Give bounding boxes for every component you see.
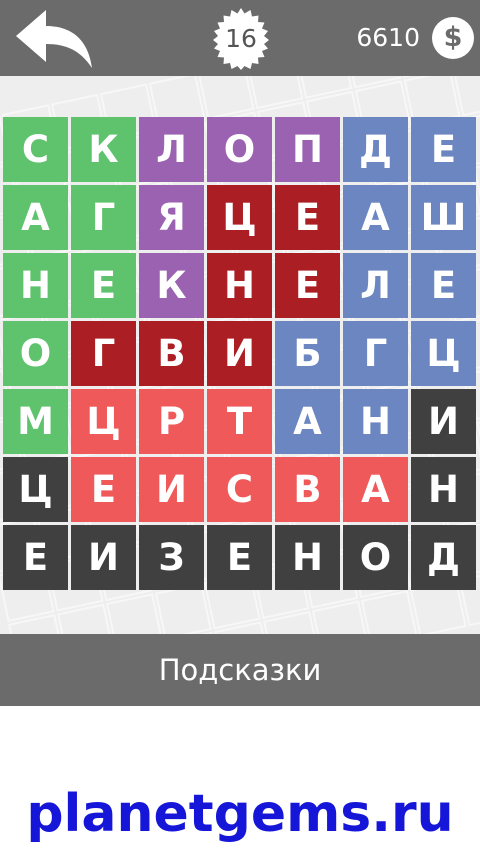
back-button[interactable] bbox=[12, 6, 96, 70]
letter-tile[interactable]: Ш bbox=[411, 185, 476, 250]
letter-tile[interactable]: С bbox=[207, 457, 272, 522]
letter-tile[interactable]: Ц bbox=[411, 321, 476, 386]
site-watermark: planetgems.ru bbox=[26, 784, 454, 844]
letter-tile[interactable]: Ц bbox=[71, 389, 136, 454]
pattern-tile bbox=[360, 590, 418, 634]
letter-tile[interactable]: В bbox=[275, 457, 340, 522]
letter-tile[interactable]: Л bbox=[343, 253, 408, 318]
letter-tile[interactable]: З bbox=[139, 525, 204, 590]
letter-tile[interactable]: О bbox=[343, 525, 408, 590]
letter-tile[interactable]: Ц bbox=[207, 185, 272, 250]
letter-tile[interactable]: Е bbox=[207, 525, 272, 590]
pattern-tile bbox=[154, 582, 212, 634]
top-bar: 16 6610 $ bbox=[0, 0, 480, 76]
letter-tile[interactable]: Н bbox=[411, 457, 476, 522]
letter-tile[interactable]: Б bbox=[275, 321, 340, 386]
letter-tile[interactable]: Е bbox=[3, 525, 68, 590]
letter-tile[interactable]: Г bbox=[71, 185, 136, 250]
letter-tile[interactable]: Е bbox=[411, 117, 476, 182]
letter-tile[interactable]: Е bbox=[275, 185, 340, 250]
letter-tile[interactable]: Н bbox=[275, 525, 340, 590]
hints-button[interactable]: Подсказки bbox=[0, 634, 480, 706]
letter-tile[interactable]: И bbox=[207, 321, 272, 386]
letter-tile[interactable]: К bbox=[71, 117, 136, 182]
letter-tile[interactable]: Н bbox=[343, 389, 408, 454]
letter-tile[interactable]: Д bbox=[343, 117, 408, 182]
letter-tile[interactable]: А bbox=[343, 457, 408, 522]
letter-tile[interactable]: Е bbox=[275, 253, 340, 318]
letter-tile[interactable]: Ц bbox=[3, 457, 68, 522]
letter-tile[interactable]: О bbox=[3, 321, 68, 386]
level-number: 16 bbox=[225, 24, 257, 53]
letter-tile[interactable]: Н bbox=[207, 253, 272, 318]
letter-tile[interactable]: Р bbox=[139, 389, 204, 454]
letter-tile[interactable]: Н bbox=[3, 253, 68, 318]
letter-tile[interactable]: И bbox=[71, 525, 136, 590]
letter-tile[interactable]: Д bbox=[411, 525, 476, 590]
letter-tile[interactable]: А bbox=[343, 185, 408, 250]
letter-tile[interactable]: Г bbox=[343, 321, 408, 386]
letter-tile[interactable]: Е bbox=[71, 253, 136, 318]
letter-tile[interactable]: И bbox=[411, 389, 476, 454]
letter-tile[interactable]: П bbox=[275, 117, 340, 182]
letter-tile[interactable]: К bbox=[139, 253, 204, 318]
coin-count: 6610 bbox=[356, 23, 420, 52]
level-badge: 16 bbox=[210, 8, 272, 70]
letter-tile[interactable]: Л bbox=[139, 117, 204, 182]
letter-tile[interactable]: Е bbox=[411, 253, 476, 318]
letter-tile[interactable]: С bbox=[3, 117, 68, 182]
letter-tile[interactable]: В bbox=[139, 321, 204, 386]
letter-tile[interactable]: Т bbox=[207, 389, 272, 454]
letter-tile[interactable]: Г bbox=[71, 321, 136, 386]
coin-shop-icon[interactable]: $ bbox=[432, 17, 474, 59]
letter-tile[interactable]: Я bbox=[139, 185, 204, 250]
letter-tile[interactable]: А bbox=[275, 389, 340, 454]
letter-tile[interactable]: А bbox=[3, 185, 68, 250]
letter-tile[interactable]: И bbox=[139, 457, 204, 522]
letter-tile[interactable]: М bbox=[3, 389, 68, 454]
letter-tile[interactable]: О bbox=[207, 117, 272, 182]
letter-tile[interactable]: Е bbox=[71, 457, 136, 522]
back-arrow-icon bbox=[16, 10, 92, 68]
